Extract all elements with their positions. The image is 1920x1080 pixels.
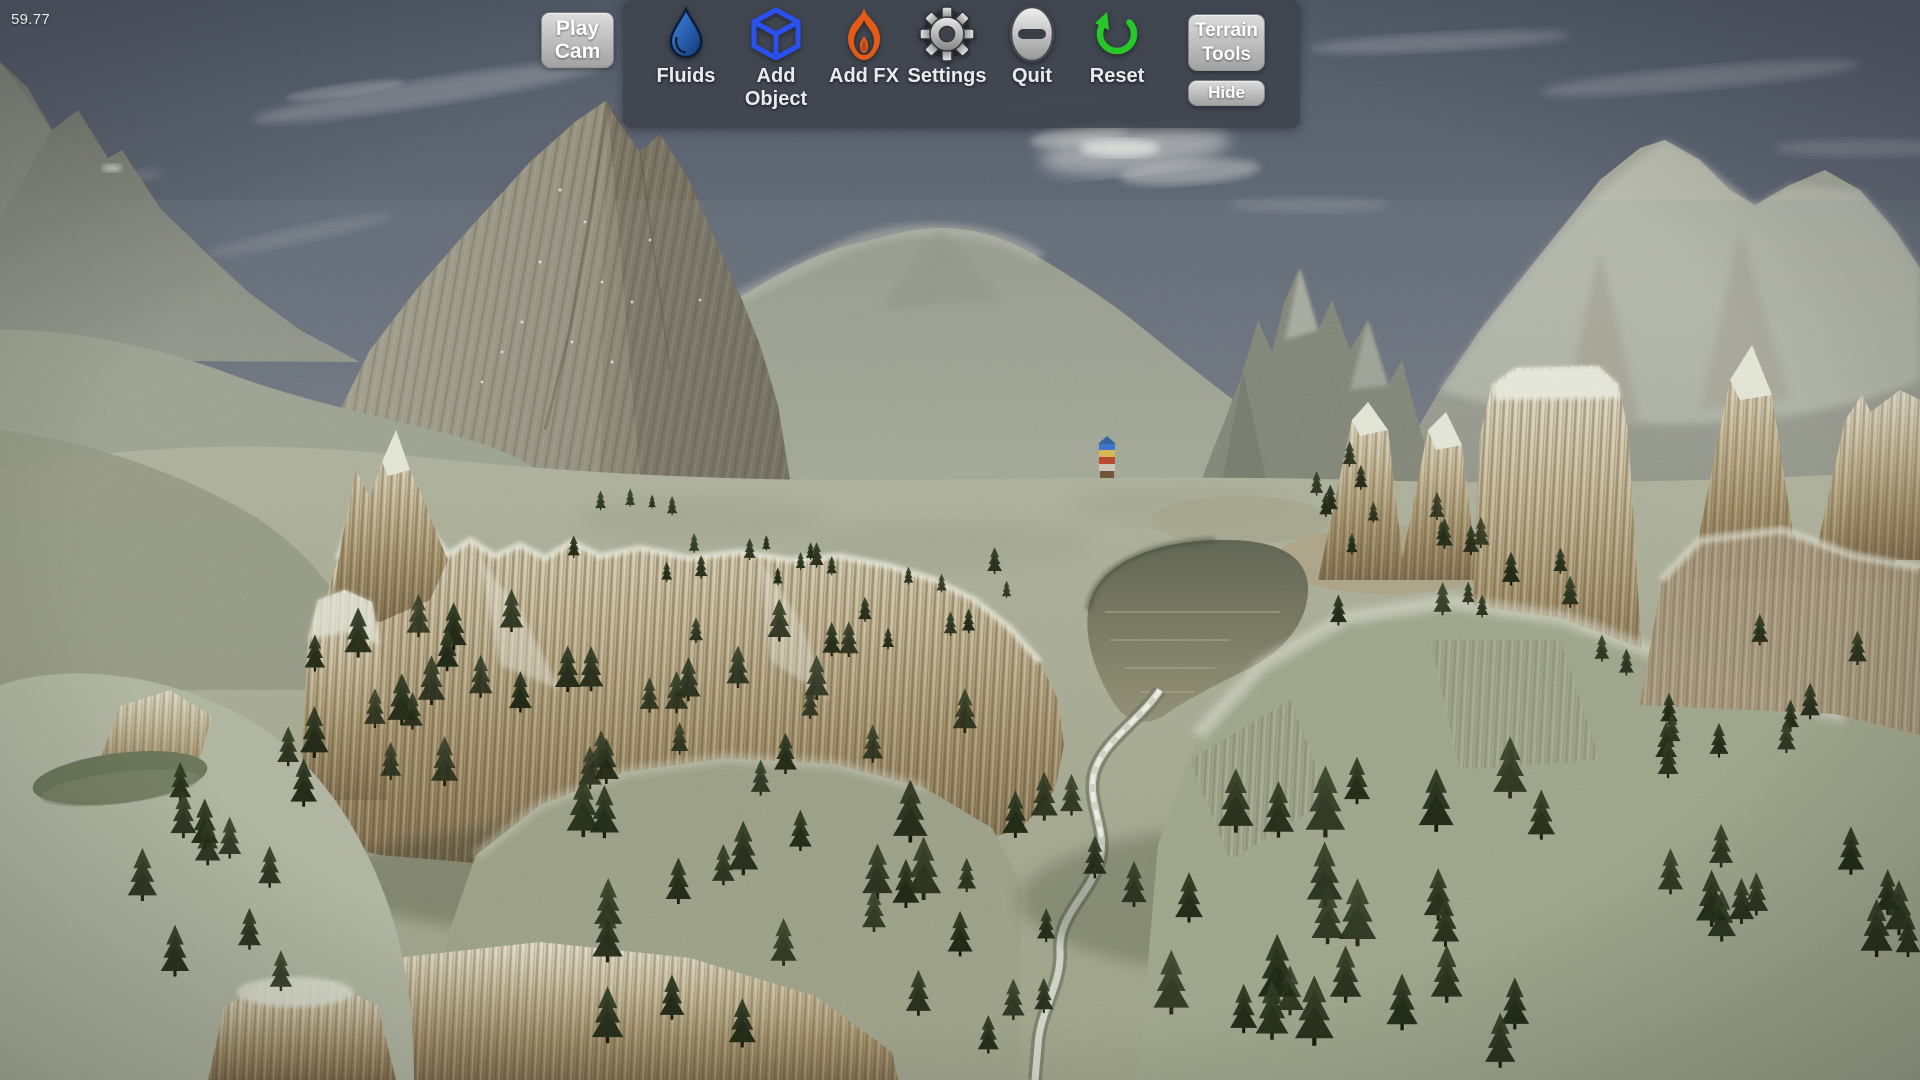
toolbar-item-add-fx[interactable]: Add FX xyxy=(820,4,908,88)
play-cam-button[interactable]: Play Cam xyxy=(541,12,614,68)
toolbar-item-label: Settings xyxy=(908,65,987,88)
toolbar-item-label: Quit xyxy=(1012,65,1052,88)
terrain-tools-button[interactable]: Terrain Tools xyxy=(1188,14,1265,71)
toolbar-item-reset[interactable]: Reset xyxy=(1073,4,1161,88)
toolbar-item-fluids[interactable]: Fluids xyxy=(642,4,730,88)
fps-counter: 59.77 xyxy=(11,11,50,28)
water-drop-icon xyxy=(664,4,708,64)
flame-icon xyxy=(839,4,889,64)
toolbar-item-settings[interactable]: Settings xyxy=(903,4,991,88)
reset-arrow-icon xyxy=(1094,4,1140,64)
toolbar-panel: Fluids Add Object Add xyxy=(623,0,1300,128)
terrain-viewport[interactable] xyxy=(0,0,1920,1080)
toolbar-item-add-object[interactable]: Add Object xyxy=(732,4,820,111)
hide-button[interactable]: Hide xyxy=(1188,80,1265,106)
vignette xyxy=(0,0,1920,1080)
toolbar-item-label: Add Object xyxy=(732,65,820,111)
toolbar-item-quit[interactable]: Quit xyxy=(988,4,1076,88)
toolbar-item-label: Add FX xyxy=(829,65,899,88)
gear-icon xyxy=(918,4,976,64)
toolbar-item-label: Reset xyxy=(1090,65,1144,88)
toolbar-item-label: Fluids xyxy=(657,65,716,88)
app-window: 59.77 Play Cam Fluids xyxy=(0,0,1920,1080)
cube-wireframe-icon xyxy=(749,4,803,64)
power-minus-icon xyxy=(1009,4,1055,64)
